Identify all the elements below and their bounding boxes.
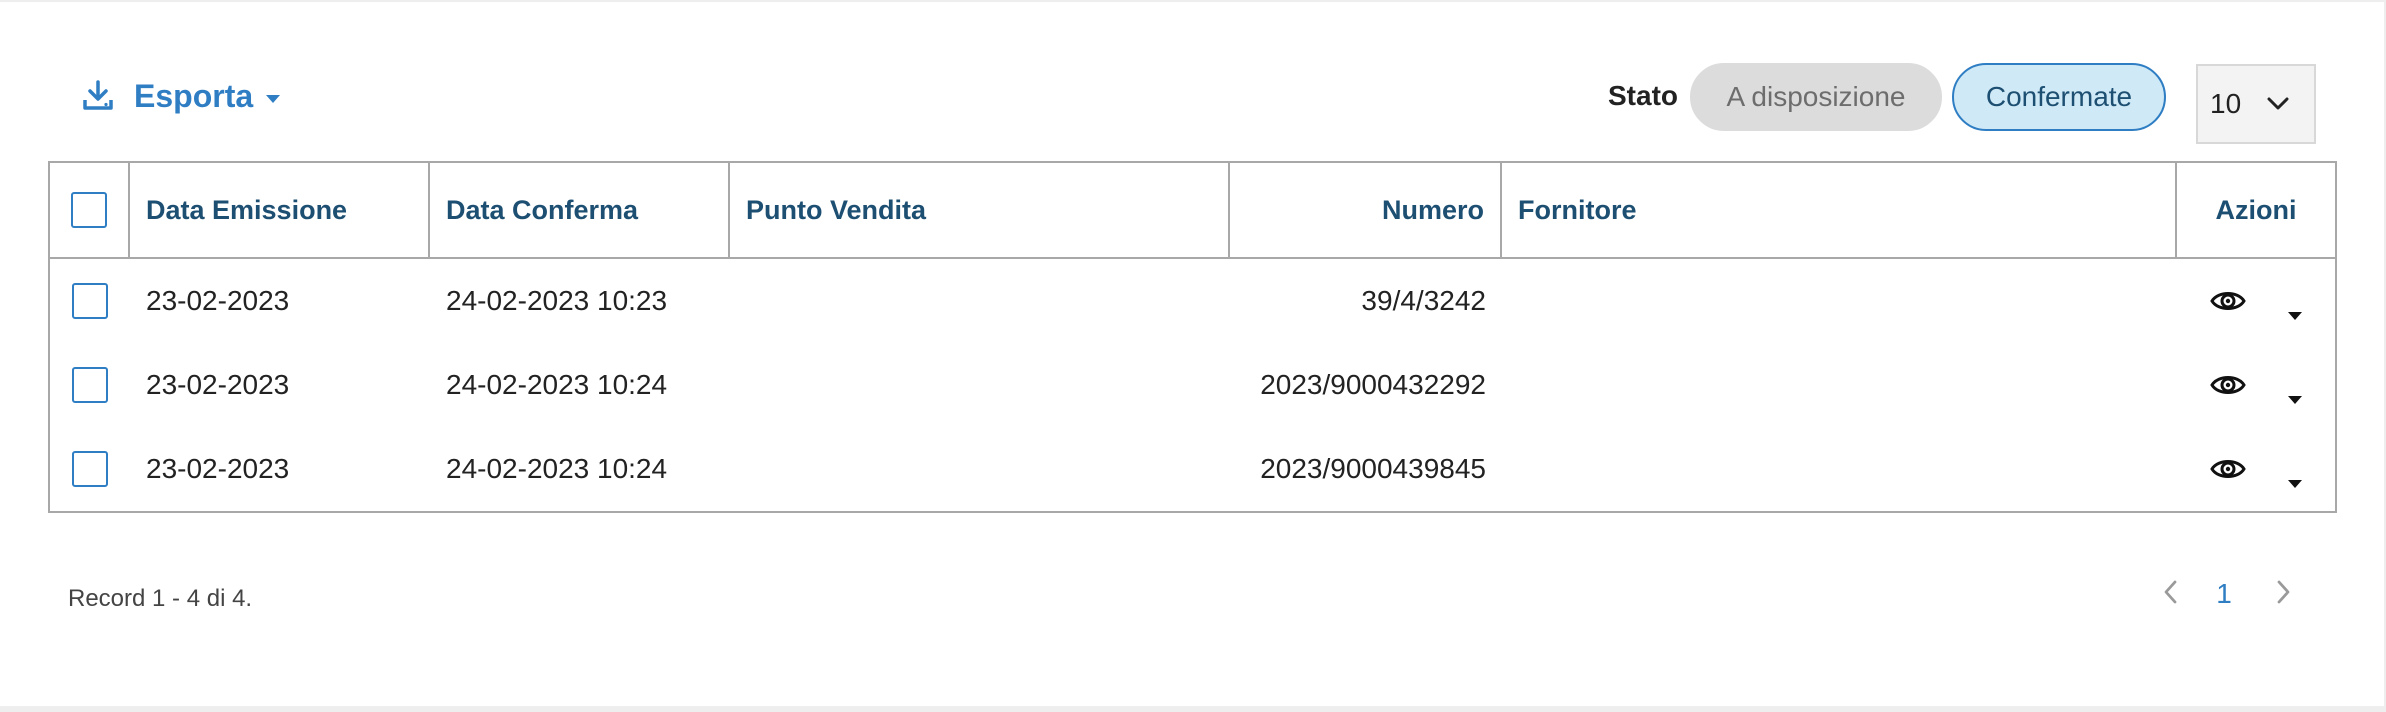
header-punto-vendita[interactable]: Punto Vendita [730,163,1230,257]
cell-data-conferma: 24-02-2023 10:24 [446,369,668,400]
header-azioni: Azioni [2215,194,2297,225]
eye-icon[interactable] [2209,282,2247,320]
cell-data-emissione: 23-02-2023 [146,453,290,484]
row-checkbox[interactable] [72,451,108,487]
page-number: 1 [2216,578,2232,609]
export-button[interactable]: Esporta [80,72,281,120]
caret-down-icon[interactable] [2287,296,2303,320]
header-fornitore[interactable]: Fornitore [1502,163,2177,257]
header-numero[interactable]: Numero [1230,163,1502,257]
eye-icon[interactable] [2209,450,2247,488]
documents-table: Data Emissione Data Conferma Punto Vendi… [48,161,2337,513]
cell-data-conferma: 24-02-2023 10:24 [446,453,668,484]
record-count: Record 1 - 4 di 4. [68,585,253,612]
cell-data-emissione: 23-02-2023 [146,369,290,400]
header-data-conferma[interactable]: Data Conferma [430,163,730,257]
chevron-right-icon [2276,579,2292,610]
row-checkbox[interactable] [72,367,108,403]
table-row: 23-02-2023 24-02-2023 10:24 2023/9000432… [50,343,2335,427]
cell-punto-vendita [730,343,1230,427]
row-checkbox[interactable] [72,283,108,319]
cell-numero: 2023/9000432292 [1260,369,1486,400]
cell-fornitore [1502,343,2177,427]
page-size-value: 10 [2210,88,2242,119]
cell-data-emissione: 23-02-2023 [146,285,290,316]
next-page-button[interactable] [2272,570,2296,618]
caret-down-icon[interactable] [2287,380,2303,404]
header-data-emissione[interactable]: Data Emissione [130,163,430,257]
prev-page-button[interactable] [2158,570,2182,618]
row-select-cell [50,343,130,427]
cell-numero: 2023/9000439845 [1260,453,1486,484]
eye-icon[interactable] [2209,366,2247,404]
chevron-left-icon [2162,579,2178,610]
cell-punto-vendita [730,259,1230,343]
export-label: Esporta [134,77,254,114]
cell-azioni [2177,427,2335,511]
row-select-cell [50,259,130,343]
filter-a-disposizione[interactable]: A disposizione [1690,63,1942,131]
cell-fornitore [1502,427,2177,511]
cell-punto-vendita [730,427,1230,511]
page-1-button[interactable]: 1 [2206,570,2242,618]
cell-numero: 39/4/3242 [1361,285,1486,316]
caret-down-icon [265,91,281,103]
page-size-select[interactable]: 10 [2196,64,2316,144]
select-all-checkbox[interactable] [71,192,107,228]
select-all-cell [50,163,130,257]
cell-data-conferma: 24-02-2023 10:23 [446,285,668,316]
table-header: Data Emissione Data Conferma Punto Vendi… [50,163,2335,259]
row-select-cell [50,427,130,511]
stato-label: Stato [1608,80,1678,111]
cell-azioni [2177,259,2335,343]
cell-azioni [2177,343,2335,427]
filter-confermate[interactable]: Confermate [1952,63,2166,131]
caret-down-icon[interactable] [2287,464,2303,488]
table-row: 23-02-2023 24-02-2023 10:23 39/4/3242 [50,259,2335,343]
table-row: 23-02-2023 24-02-2023 10:24 2023/9000439… [50,427,2335,511]
cell-fornitore [1502,259,2177,343]
chevron-down-icon [2267,97,2289,111]
download-icon [80,78,116,114]
